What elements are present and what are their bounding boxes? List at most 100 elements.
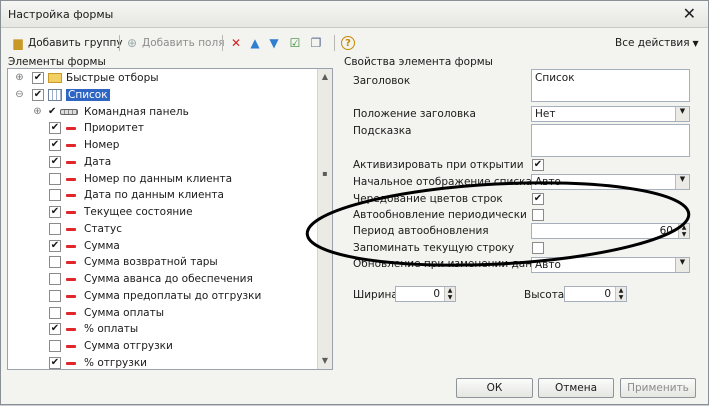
tree-row[interactable]: Сумма аванса до обеспечения <box>8 271 318 288</box>
tree-checkbox[interactable]: ✔ <box>32 72 44 84</box>
toolbar-separator <box>222 35 223 51</box>
tree-checkbox[interactable] <box>49 340 61 352</box>
delete-button[interactable]: ✕ <box>229 34 246 52</box>
move-down-button[interactable]: ▼ <box>267 34 284 52</box>
copy-button[interactable]: ❐ <box>309 34 326 52</box>
tree-row[interactable]: ✔ Дата <box>8 154 318 171</box>
scroll-thumb-grip-icon[interactable]: ▪ <box>318 167 332 181</box>
auto-refresh-checkbox[interactable] <box>532 209 544 221</box>
toolbar-separator <box>334 35 335 51</box>
width-value: 0 <box>433 288 440 300</box>
tree-checkbox[interactable]: ✔ <box>49 139 61 151</box>
tree-checkbox[interactable]: ✔ <box>49 356 61 369</box>
tree-checkbox[interactable] <box>49 172 61 185</box>
collapse-icon[interactable]: ⊖ <box>14 89 25 101</box>
table-icon <box>48 88 62 101</box>
tree-checkbox[interactable]: ✔ <box>49 122 61 135</box>
apply-button[interactable]: Применить <box>620 378 696 398</box>
activate-on-open-checkbox[interactable]: ✔ <box>532 159 544 171</box>
expand-icon[interactable]: ⊕ <box>14 73 25 84</box>
field-icon <box>66 294 76 298</box>
initial-view-select[interactable]: Авто ▼ <box>531 174 690 190</box>
vertical-scrollbar[interactable]: ▲ ▪ ▼ <box>317 69 332 369</box>
scroll-up-icon[interactable]: ▲ <box>318 70 332 84</box>
tree-checkbox[interactable]: ✔ <box>49 206 61 218</box>
header-input-value: Список <box>535 72 575 84</box>
all-actions-label: Все действия <box>615 37 690 49</box>
update-on-change-select[interactable]: Авто ▼ <box>531 257 690 273</box>
tree-row-label: Текущее состояние <box>84 206 193 218</box>
move-up-button[interactable]: ▲ <box>248 34 265 52</box>
tree-checkbox[interactable]: ✔ <box>49 155 61 168</box>
tree-row[interactable]: ✔ Приоритет <box>8 120 318 137</box>
tree-row-label: Быстрые отборы <box>66 72 159 84</box>
chevron-down-icon: ▼ <box>692 38 699 48</box>
tree-row[interactable]: Статус <box>8 221 318 238</box>
tree-row-label: Сумма аванса до обеспечения <box>84 273 253 285</box>
tree-checkbox[interactable]: ✔ <box>32 88 44 101</box>
tree-row[interactable]: ⊕ ✔ Быстрые отборы <box>8 70 318 87</box>
toolbar: ▆ Добавить группу ⊕ Добавить поля ✕ ▲ ▼ … <box>1 31 708 55</box>
tree-row[interactable]: ⊖ ✔ Список <box>8 87 318 104</box>
field-icon <box>66 261 76 265</box>
command-bar-icon <box>60 108 78 115</box>
tree-row[interactable]: Сумма оплаты <box>8 305 318 322</box>
alternate-colors-checkbox[interactable]: ✔ <box>532 193 544 205</box>
tree-checkbox[interactable] <box>49 189 61 202</box>
expand-icon[interactable]: ⊕ <box>32 106 43 118</box>
remember-row-checkbox[interactable] <box>532 242 544 254</box>
tree-row[interactable]: Сумма предоплаты до отгрузки <box>8 288 318 305</box>
tree-row[interactable]: Номер по данным клиента <box>8 171 318 188</box>
spin-buttons-icon[interactable]: ▲ ▼ <box>615 287 626 301</box>
tree-row-label: Сумма оплаты <box>84 306 165 319</box>
title-bar: Настройка формы ✕ <box>1 1 708 28</box>
field-icon <box>66 227 76 231</box>
tree-checkbox[interactable]: ✔ <box>49 323 61 336</box>
field-icon <box>66 127 76 131</box>
help-button[interactable]: ? <box>341 34 358 52</box>
hint-input[interactable] <box>531 124 690 157</box>
field-icon <box>66 361 76 365</box>
scroll-down-icon[interactable]: ▼ <box>318 354 332 368</box>
tree-row-label: Список <box>66 88 110 101</box>
tree-row[interactable]: Сумма отгрузки <box>8 338 318 355</box>
check-all-button[interactable]: ☑ <box>288 34 305 52</box>
tree-row[interactable]: Сумма возвратной тары <box>8 254 318 271</box>
tree-checkbox[interactable]: ✔ <box>48 106 56 117</box>
ok-button[interactable]: ОК <box>456 378 533 398</box>
field-icon <box>66 211 76 214</box>
tree-checkbox[interactable] <box>49 289 61 302</box>
update-on-change-value: Авто <box>535 259 561 271</box>
tree-row[interactable]: ✔ Текущее состояние <box>8 204 318 221</box>
tree-row[interactable]: ✔ Номер <box>8 137 318 154</box>
tree-row[interactable]: Дата по данным клиента <box>8 187 318 204</box>
dropdown-arrow-icon[interactable]: ▼ <box>675 258 689 272</box>
tree-checkbox[interactable] <box>49 256 61 269</box>
arrow-down-icon: ▼ <box>269 36 279 50</box>
tree-row[interactable]: ✔ % отгрузки <box>8 355 318 369</box>
add-field-button[interactable]: ⊕ Добавить поля <box>125 34 225 52</box>
dropdown-arrow-icon[interactable]: ▼ <box>675 107 689 121</box>
add-group-button[interactable]: ▆ Добавить группу <box>11 34 122 52</box>
dropdown-arrow-icon[interactable]: ▼ <box>675 175 689 189</box>
properties-panel: Заголовок Список Положение заголовка Нет… <box>343 68 698 370</box>
height-input[interactable]: 0 ▲ ▼ <box>564 286 627 302</box>
header-position-select[interactable]: Нет ▼ <box>531 106 690 122</box>
tree-row-label: Номер по данным клиента <box>84 172 233 185</box>
field-icon <box>66 278 76 281</box>
spin-buttons-icon[interactable]: ▲ ▼ <box>444 287 455 301</box>
width-input[interactable]: 0 ▲ ▼ <box>395 286 456 302</box>
tree-checkbox[interactable] <box>49 273 61 285</box>
close-icon[interactable]: ✕ <box>683 4 696 23</box>
header-input[interactable]: Список <box>531 69 690 102</box>
tree-checkbox[interactable] <box>49 306 61 319</box>
refresh-period-input[interactable]: 60 ▲ ▼ <box>531 223 690 239</box>
tree-checkbox[interactable]: ✔ <box>49 239 61 252</box>
tree-row[interactable]: ✔ % оплаты <box>8 321 318 338</box>
tree-row[interactable]: ⊕ ✔ Командная панель <box>8 104 318 121</box>
all-actions-menu[interactable]: Все действия ▼ <box>615 34 699 52</box>
tree-checkbox[interactable] <box>49 222 61 235</box>
tree-row[interactable]: ✔ Сумма <box>8 238 318 255</box>
cancel-button[interactable]: Отмена <box>538 378 614 398</box>
spin-buttons-icon[interactable]: ▲ ▼ <box>678 224 689 238</box>
